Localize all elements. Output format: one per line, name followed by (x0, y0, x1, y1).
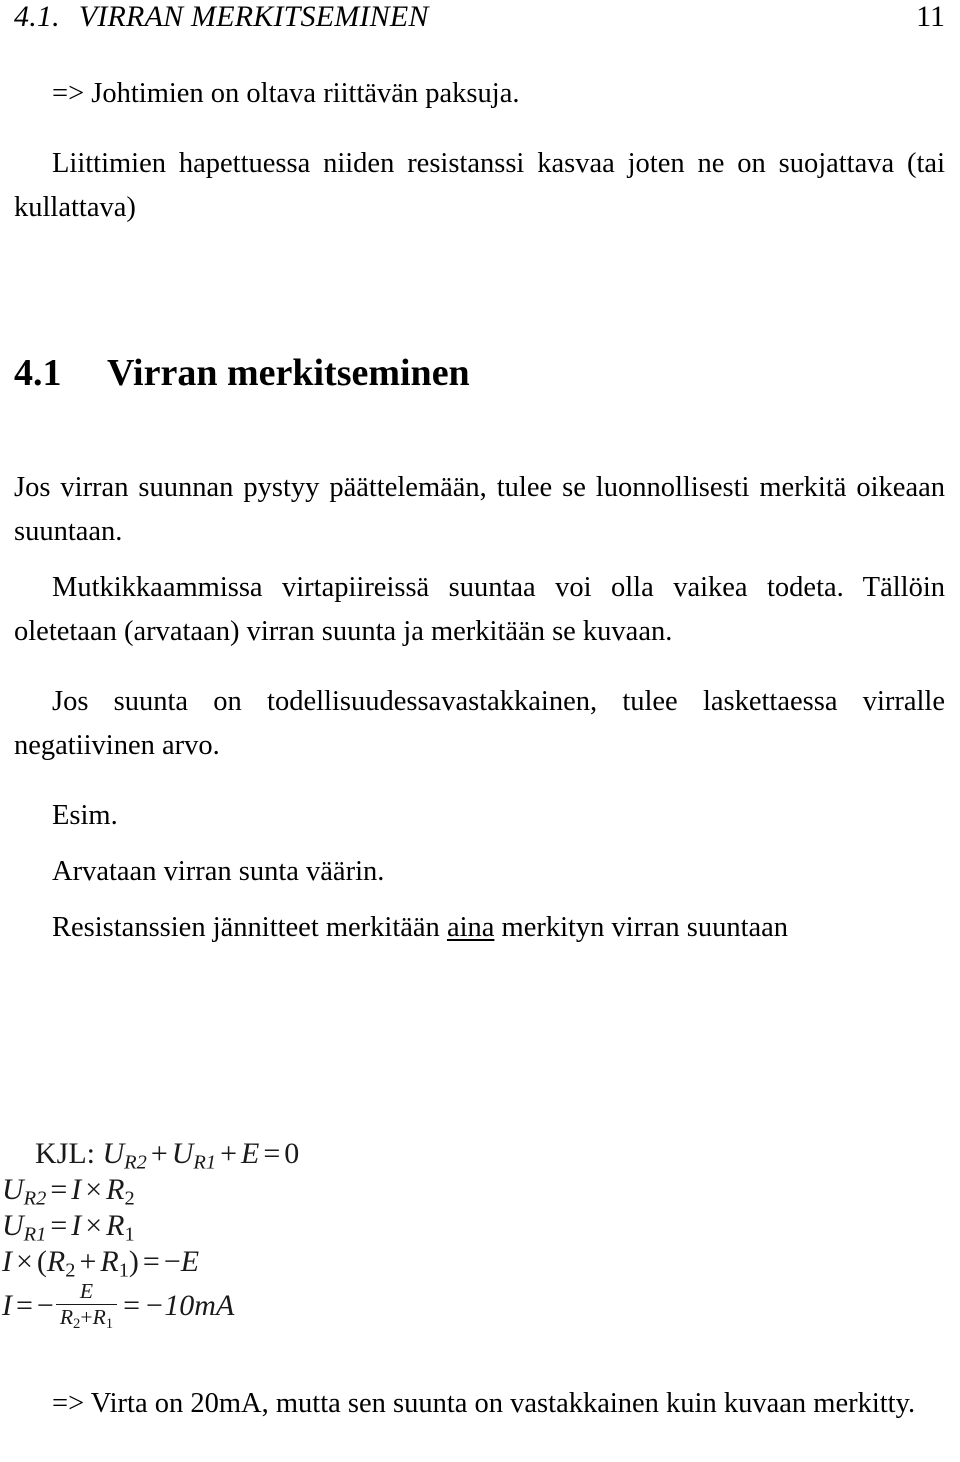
symbol-R: R (59, 1304, 74, 1329)
operator-equals: = (263, 1137, 281, 1170)
operator-minus: − (163, 1245, 181, 1278)
rule-prefix: Resistanssien jännitteet merkitään (52, 912, 447, 943)
result-value: −10mA (144, 1288, 235, 1322)
note-conductors: => Johtimien on oltava riittävän paksuja… (52, 78, 520, 109)
symbol-I: I (2, 1245, 12, 1278)
value-zero: 0 (284, 1137, 300, 1170)
operator-equals: = (142, 1245, 160, 1278)
symbol-U: U (2, 1173, 24, 1206)
operator-plus: + (150, 1137, 168, 1170)
subscript-1: 1 (124, 1223, 135, 1246)
rule-emphasis-aina: aina (446, 912, 495, 943)
symbol-U: U (102, 1137, 125, 1170)
paragraph-conclusion: => Virta on 20mA, mutta sen suunta on va… (52, 1388, 916, 1419)
symbol-R: R (106, 1173, 125, 1206)
paragraph-negative-value: Jos suunta on todellisuudessavastakkaine… (14, 686, 945, 761)
subscript-2: 2 (65, 1259, 76, 1282)
section-heading: 4.1 Virran merkitseminen (14, 350, 945, 396)
subscript-R1: R1 (193, 1151, 217, 1174)
paren-close: ) (128, 1245, 139, 1278)
document-page: 4.1. VIRRAN MERKITSEMINEN 11 => Johtimien… (0, 0, 960, 1462)
equation-ur1: UR1 = I × R1 (2, 1208, 502, 1246)
fraction-E-over-R2plusR1: E R2+R1 (55, 1279, 118, 1333)
symbol-R: R (92, 1304, 106, 1329)
subscript-R1: R1 (23, 1223, 47, 1246)
symbol-E: E (180, 1245, 200, 1278)
subscript-R2: R2 (23, 1187, 47, 1210)
document-body: => Johtimien on oltava riittävän paksuja… (14, 60, 945, 950)
symbol-U: U (171, 1137, 194, 1170)
header-section-title: VIRRAN MERKITSEMINEN (78, 0, 429, 33)
symbol-I: I (2, 1288, 12, 1322)
symbol-I: I (71, 1173, 82, 1206)
rule-voltage-direction: Resistanssien jännitteet merkitään aina … (14, 906, 945, 950)
section-heading-title: Virran merkitseminen (107, 352, 470, 394)
subscript-1: 1 (118, 1259, 129, 1282)
paragraph-terminals: Liittimien hapettuessa niiden resistanss… (14, 148, 945, 223)
operator-times: × (85, 1173, 103, 1206)
operator-equals: = (16, 1288, 33, 1322)
equation-kjl: KJL: UR2 + UR1 + E = 0 (2, 1136, 502, 1174)
symbol-I: I (71, 1209, 82, 1242)
header-section-label: 4.1. VIRRAN MERKITSEMINEN (14, 0, 429, 34)
header-section-number: 4.1. (14, 0, 60, 33)
equation-block: KJL: UR2 + UR1 + E = 0 UR2 = I × R2 UR1 = I × R1 I × (R2… (2, 1136, 502, 1332)
equation-ur2: UR2 = I × R2 (2, 1172, 502, 1210)
symbol-E: E (241, 1137, 260, 1170)
running-header: 4.1. VIRRAN MERKITSEMINEN 11 (14, 0, 945, 46)
operator-equals: = (50, 1209, 68, 1242)
symbol-U: U (2, 1209, 24, 1242)
operator-plus: + (79, 1245, 97, 1278)
subscript-1: 1 (105, 1315, 114, 1332)
paragraph-complex-circuits: Mutkikkaammissa virtapiireissä suuntaa v… (14, 572, 945, 647)
fraction-numerator: E (79, 1279, 94, 1303)
example-label: Esim. (52, 800, 118, 831)
kjl-label: KJL: (35, 1137, 95, 1170)
operator-plus: + (80, 1304, 93, 1329)
symbol-R: R (106, 1209, 125, 1242)
rule-suffix: merkityn virran suuntaan (494, 912, 789, 943)
subscript-2: 2 (124, 1187, 135, 1210)
operator-minus: − (36, 1288, 54, 1322)
paren-open: ( (36, 1245, 47, 1278)
paragraph-direction: Jos virran suunnan pystyy päättelemään, … (14, 472, 945, 547)
page-number: 11 (916, 0, 945, 33)
operator-equals: = (50, 1173, 68, 1206)
equation-sum: I × (R2 + R1) = −E (2, 1244, 502, 1282)
operator-times: × (16, 1245, 33, 1278)
section-heading-number: 4.1 (14, 352, 62, 394)
conclusion-wrapper: => Virta on 20mA, mutta sen suunta on va… (14, 1382, 945, 1426)
operator-equals: = (123, 1288, 141, 1322)
example-intro: Arvataan virran sunta väärin. (52, 856, 385, 887)
fraction-denominator: R2+R1 (55, 1303, 118, 1333)
subscript-R2: R2 (124, 1151, 147, 1174)
symbol-R: R (46, 1245, 66, 1278)
operator-plus: + (220, 1137, 237, 1170)
symbol-R: R (100, 1245, 119, 1278)
operator-times: × (85, 1209, 103, 1242)
equation-solve-I: I = − E R2+R1 = −10mA (2, 1280, 502, 1332)
